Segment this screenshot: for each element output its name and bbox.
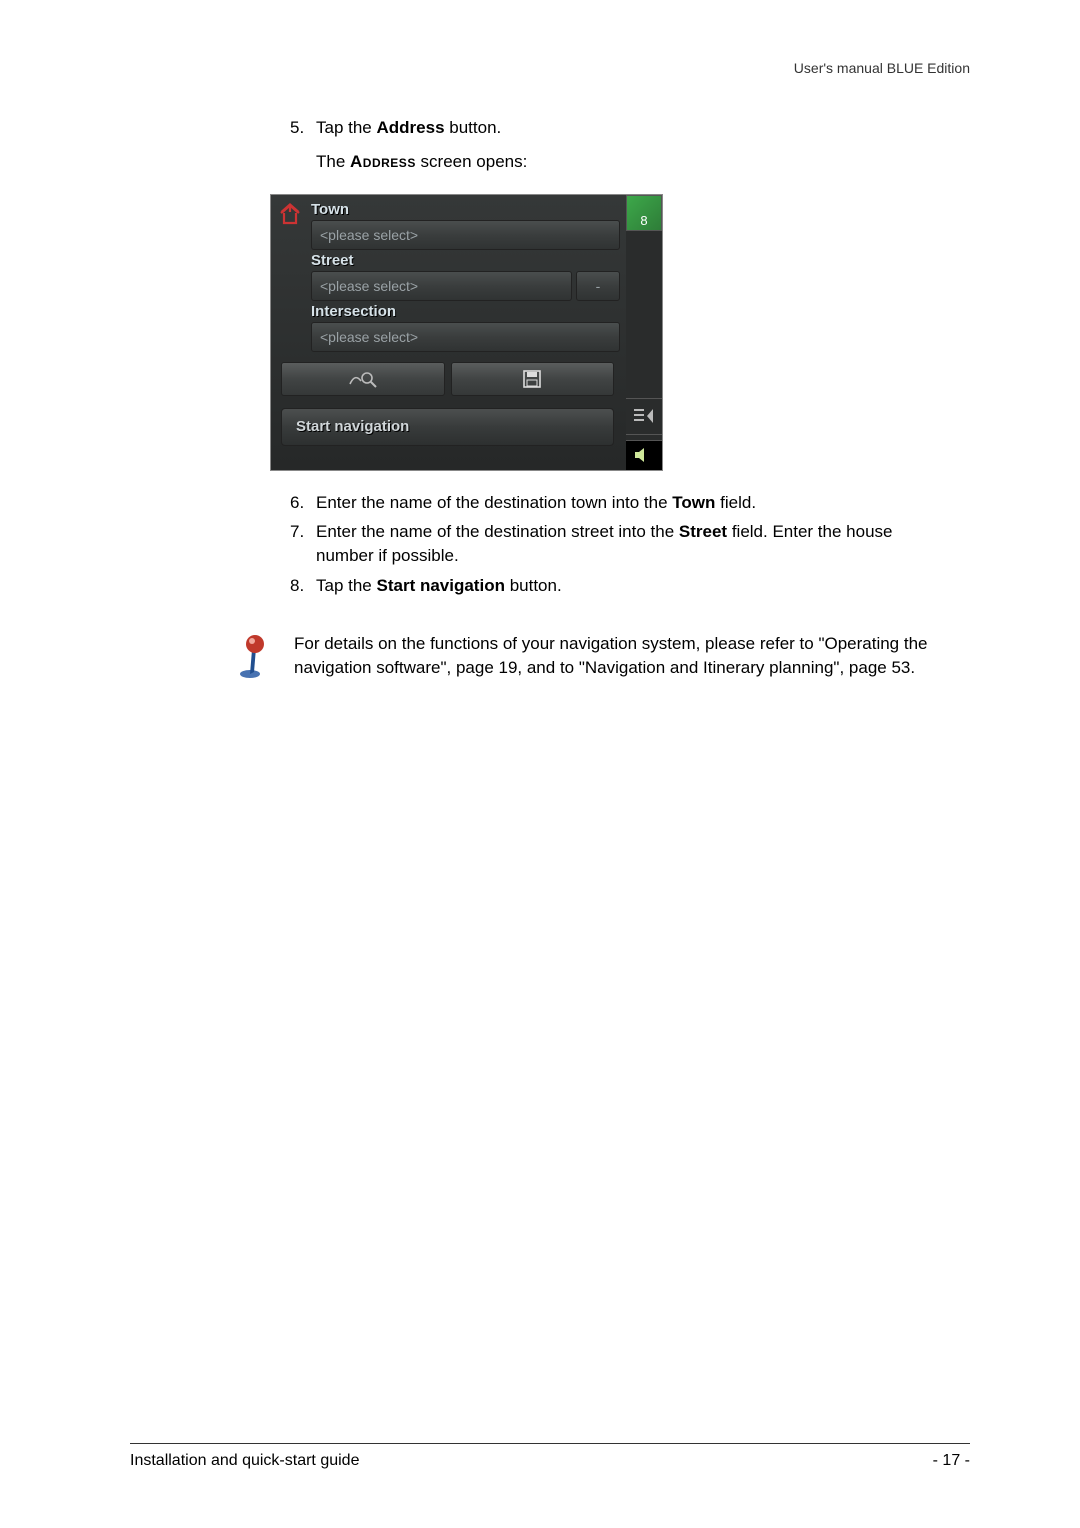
street-label: Street — [311, 252, 620, 269]
placeholder: <please select> — [320, 278, 418, 294]
house-number-field[interactable]: - — [576, 271, 620, 301]
step-7-num: 7. — [290, 520, 316, 568]
bold: Start navigation — [377, 576, 505, 595]
page-header-right: User's manual BLUE Edition — [130, 60, 970, 76]
step-6-num: 6. — [290, 491, 316, 515]
step-5-num: 5. — [290, 116, 316, 140]
step-5: 5. Tap the Address button. — [290, 116, 950, 140]
step-8-num: 8. — [290, 574, 316, 598]
footer-page: - 17 - — [933, 1452, 970, 1470]
info-note: For details on the functions of your nav… — [230, 632, 950, 680]
street-field[interactable]: <please select> — [311, 271, 572, 301]
step-6: 6. Enter the name of the destination tow… — [290, 491, 950, 515]
step-8: 8. Tap the Start navigation button. — [290, 574, 950, 598]
info-text: For details on the functions of your nav… — [294, 632, 950, 680]
start-navigation-label: Start navigation — [296, 418, 409, 435]
text: screen opens: — [416, 152, 528, 171]
page-footer: Installation and quick-start guide - 17 … — [130, 1443, 970, 1470]
step-5-sub: The Address screen opens: — [316, 150, 950, 174]
text: Enter the name of the destination town i… — [316, 493, 672, 512]
bold: Street — [679, 522, 727, 541]
satellite-status[interactable]: 8 — [626, 195, 662, 231]
start-navigation-button[interactable]: Start navigation — [281, 408, 614, 446]
step-7: 7. Enter the name of the destination str… — [290, 520, 950, 568]
speaker-mute-icon[interactable] — [626, 440, 662, 470]
right-toolbar — [626, 231, 662, 470]
text: button. — [505, 576, 562, 595]
text: button. — [445, 118, 502, 137]
intersection-label: Intersection — [311, 303, 620, 320]
satellite-count: 8 — [640, 213, 647, 228]
footer-left: Installation and quick-start guide — [130, 1452, 359, 1470]
placeholder: <please select> — [320, 227, 418, 243]
placeholder: <please select> — [320, 329, 418, 345]
text: Enter the name of the destination street… — [316, 522, 679, 541]
save-button[interactable] — [451, 362, 615, 396]
town-label: Town — [311, 201, 620, 218]
town-field[interactable]: <please select> — [311, 220, 620, 250]
smallcaps: Address — [350, 152, 416, 171]
text: Tap the — [316, 576, 377, 595]
step-7-body: Enter the name of the destination street… — [316, 520, 950, 568]
text: Tap the — [316, 118, 377, 137]
intersection-field[interactable]: <please select> — [311, 322, 620, 352]
step-5-body: Tap the Address button. — [316, 116, 950, 140]
pushpin-icon — [230, 632, 274, 680]
placeholder: - — [596, 278, 601, 294]
text: The — [316, 152, 350, 171]
bold: Town — [672, 493, 715, 512]
step-8-body: Tap the Start navigation button. — [316, 574, 950, 598]
bold: Address — [377, 118, 445, 137]
address-screen: 8 — [270, 194, 663, 471]
step-6-body: Enter the name of the destination town i… — [316, 491, 950, 515]
text: field. — [715, 493, 756, 512]
zoom-route-button[interactable] — [281, 362, 445, 396]
menu-back-button[interactable] — [626, 398, 662, 434]
